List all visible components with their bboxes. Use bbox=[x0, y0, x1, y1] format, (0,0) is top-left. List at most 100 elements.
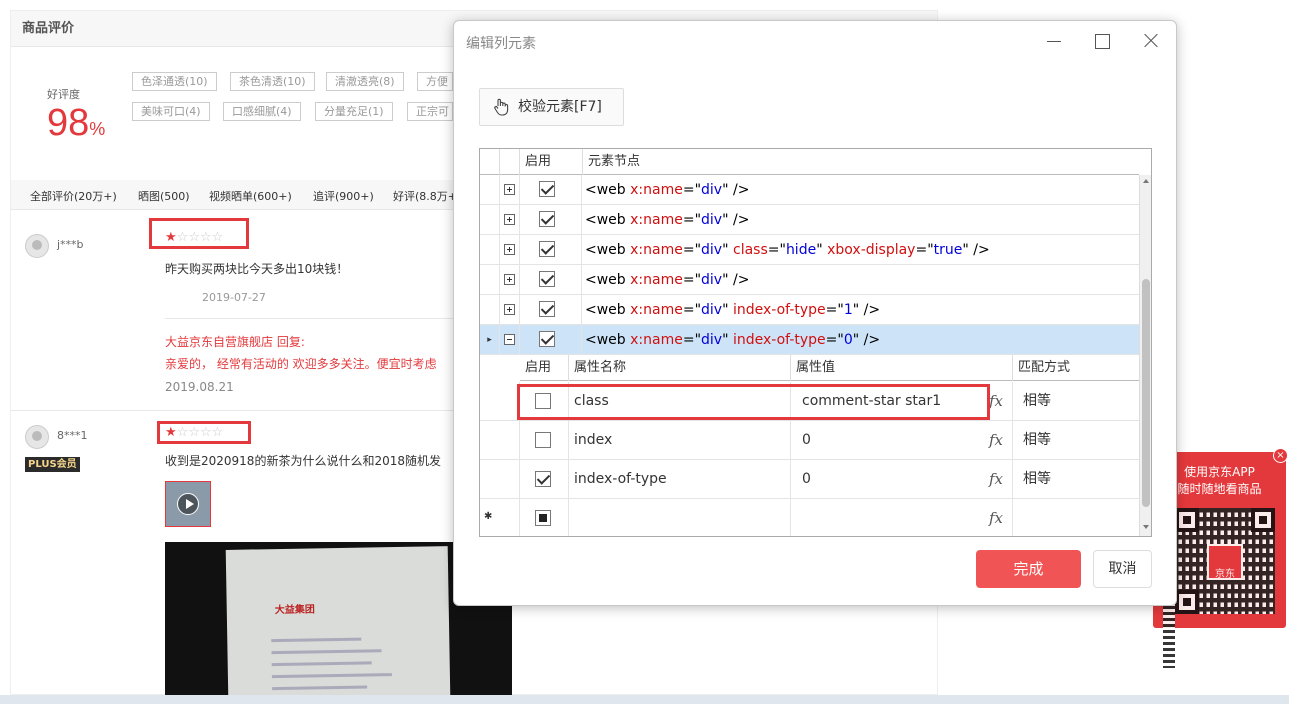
attribute-value-cell[interactable]: fx bbox=[791, 499, 1013, 536]
highlight-box bbox=[157, 421, 251, 444]
new-row-marker-icon: ✱ bbox=[484, 511, 493, 522]
review-tag[interactable]: 清澈透亮(8) bbox=[326, 72, 404, 91]
enabled-checkbox[interactable] bbox=[539, 271, 555, 287]
row-indicator: ▸ bbox=[480, 325, 500, 354]
review-username: j***b bbox=[57, 238, 84, 251]
scrollbar-thumb[interactable] bbox=[1142, 279, 1150, 507]
column-header-node[interactable]: 元素节点 bbox=[583, 149, 1139, 175]
jd-logo-icon: 京东 bbox=[1207, 544, 1243, 580]
match-mode-cell[interactable] bbox=[1013, 499, 1139, 536]
match-mode-cell[interactable]: 相等 bbox=[1013, 382, 1139, 420]
expand-icon[interactable] bbox=[504, 274, 515, 285]
play-icon[interactable] bbox=[177, 493, 199, 515]
node-row[interactable]: ▸ <web x:name="div" index-of-type="0" /> bbox=[480, 325, 1139, 355]
enabled-checkbox[interactable] bbox=[539, 181, 555, 197]
close-icon[interactable] bbox=[1141, 31, 1161, 51]
cancel-button[interactable]: 取消 bbox=[1093, 550, 1152, 588]
filter-images[interactable]: 晒图(500) bbox=[138, 188, 190, 204]
attribute-name-cell[interactable] bbox=[569, 499, 791, 536]
filter-positive[interactable]: 好评(8.8万+ bbox=[393, 188, 453, 204]
review-tag[interactable]: 茶色清透(10) bbox=[230, 72, 315, 91]
attribute-name-cell[interactable]: index bbox=[569, 421, 791, 459]
avatar bbox=[25, 425, 49, 449]
plus-member-badge: PLUS会员 bbox=[25, 457, 80, 472]
good-rate-label: 好评度 bbox=[47, 88, 80, 101]
attribute-enabled-checkbox[interactable] bbox=[535, 471, 551, 487]
element-node-text: <web x:name="div" class="hide" xbox-disp… bbox=[585, 242, 990, 258]
pointer-hand-icon bbox=[494, 98, 509, 116]
expand-icon[interactable] bbox=[504, 304, 515, 315]
row-indicator bbox=[480, 265, 500, 294]
enabled-checkbox[interactable] bbox=[539, 301, 555, 317]
review-date: 2019-07-27 bbox=[202, 291, 266, 304]
attribute-value-cell[interactable]: 0 fx bbox=[791, 421, 1013, 459]
element-node-text: <web x:name="div" /> bbox=[585, 182, 750, 198]
column-header-attr-name[interactable]: 属性名称 bbox=[569, 355, 791, 381]
review-tag[interactable]: 正宗可 bbox=[407, 102, 453, 121]
verify-element-button[interactable]: 校验元素[F7] bbox=[479, 88, 624, 126]
filter-video[interactable]: 视频晒单(600+) bbox=[209, 188, 292, 204]
column-header-attr-value[interactable]: 属性值 bbox=[791, 355, 1013, 381]
minimize-icon[interactable] bbox=[1044, 31, 1064, 51]
highlight-box bbox=[517, 384, 990, 420]
function-fx-icon[interactable]: fx bbox=[989, 421, 1003, 460]
review-text: 昨天购买两块比今天多出10块钱！ bbox=[165, 262, 349, 276]
attribute-row[interactable]: index 0 fx 相等 bbox=[480, 421, 1139, 460]
avatar bbox=[25, 234, 49, 258]
filter-all[interactable]: 全部评价(20万+) bbox=[30, 188, 117, 204]
vertical-scrollbar[interactable] bbox=[1139, 175, 1151, 536]
element-node-text: <web x:name="div" /> bbox=[585, 212, 750, 228]
collapse-icon[interactable] bbox=[504, 334, 515, 345]
dialog-title: 编辑列元素 bbox=[466, 36, 536, 52]
review-tag[interactable]: 方便 bbox=[417, 72, 453, 91]
attribute-enabled-checkbox[interactable] bbox=[535, 432, 551, 448]
element-node-text: <web x:name="div" /> bbox=[585, 272, 750, 288]
row-indicator bbox=[480, 295, 500, 324]
expand-icon[interactable] bbox=[504, 184, 515, 195]
match-mode-cell[interactable]: 相等 bbox=[1013, 460, 1139, 498]
enabled-checkbox[interactable] bbox=[539, 241, 555, 257]
review-tag[interactable]: 色泽通透(10) bbox=[132, 72, 217, 91]
close-icon[interactable]: × bbox=[1273, 448, 1288, 463]
grid-header: 启用 元素节点 bbox=[480, 149, 1139, 175]
node-row[interactable]: <web x:name="div" /> bbox=[480, 175, 1139, 205]
video-thumbnail[interactable] bbox=[165, 481, 211, 527]
column-header-enabled[interactable]: 启用 bbox=[520, 149, 583, 175]
function-fx-icon[interactable]: fx bbox=[989, 499, 1003, 536]
attribute-row[interactable]: index-of-type 0 fx 相等 bbox=[480, 460, 1139, 499]
maximize-icon[interactable] bbox=[1092, 31, 1112, 51]
attribute-name-cell[interactable]: index-of-type bbox=[569, 460, 791, 498]
attribute-value-cell[interactable]: 0 fx bbox=[791, 460, 1013, 498]
node-row[interactable]: <web x:name="div" class="hide" xbox-disp… bbox=[480, 235, 1139, 265]
function-fx-icon[interactable]: fx bbox=[989, 460, 1003, 499]
scroll-down-icon[interactable] bbox=[1143, 525, 1149, 529]
expand-icon[interactable] bbox=[504, 244, 515, 255]
element-node-text: <web x:name="div" index-of-type="1" /> bbox=[585, 302, 881, 318]
column-header-attr-enabled[interactable]: 启用 bbox=[520, 355, 569, 381]
filter-followup[interactable]: 追评(900+) bbox=[313, 188, 374, 204]
node-row[interactable]: <web x:name="div" /> bbox=[480, 205, 1139, 235]
node-row[interactable]: <web x:name="div" index-of-type="1" /> bbox=[480, 295, 1139, 325]
enabled-checkbox[interactable] bbox=[539, 331, 555, 347]
scroll-up-icon[interactable] bbox=[1143, 179, 1149, 183]
row-indicator: ✱ bbox=[480, 499, 520, 536]
review-tag[interactable]: 美味可口(4) bbox=[132, 102, 210, 121]
review-text: 收到是2020918的新茶为什么说什么和2018随机发 bbox=[165, 454, 441, 468]
match-mode-cell[interactable]: 相等 bbox=[1013, 421, 1139, 459]
column-header-match[interactable]: 匹配方式 bbox=[1013, 355, 1139, 381]
enabled-checkbox[interactable] bbox=[539, 211, 555, 227]
review-tag[interactable]: 口感细腻(4) bbox=[223, 102, 301, 121]
function-fx-icon[interactable]: fx bbox=[989, 382, 1003, 421]
reply-text: 亲爱的， 经常有活动的 欢迎多多关注。便宜时考虑 bbox=[165, 357, 437, 371]
review-tag[interactable]: 分量充足(1) bbox=[315, 102, 393, 121]
taskbar-strip bbox=[0, 695, 1289, 704]
element-node-text: <web x:name="div" index-of-type="0" /> bbox=[585, 332, 881, 348]
done-button[interactable]: 完成 bbox=[976, 550, 1081, 588]
attribute-row[interactable]: ✱ fx bbox=[480, 499, 1139, 536]
element-node-grid[interactable]: 启用 元素节点 <web x:name="div" /> <web x:name=… bbox=[479, 148, 1152, 537]
expand-icon[interactable] bbox=[504, 214, 515, 225]
node-row[interactable]: <web x:name="div" /> bbox=[480, 265, 1139, 295]
attribute-enabled-checkbox[interactable] bbox=[535, 510, 551, 526]
review-username: 8***1 bbox=[57, 429, 88, 442]
good-rate-value: 98% bbox=[47, 102, 106, 144]
